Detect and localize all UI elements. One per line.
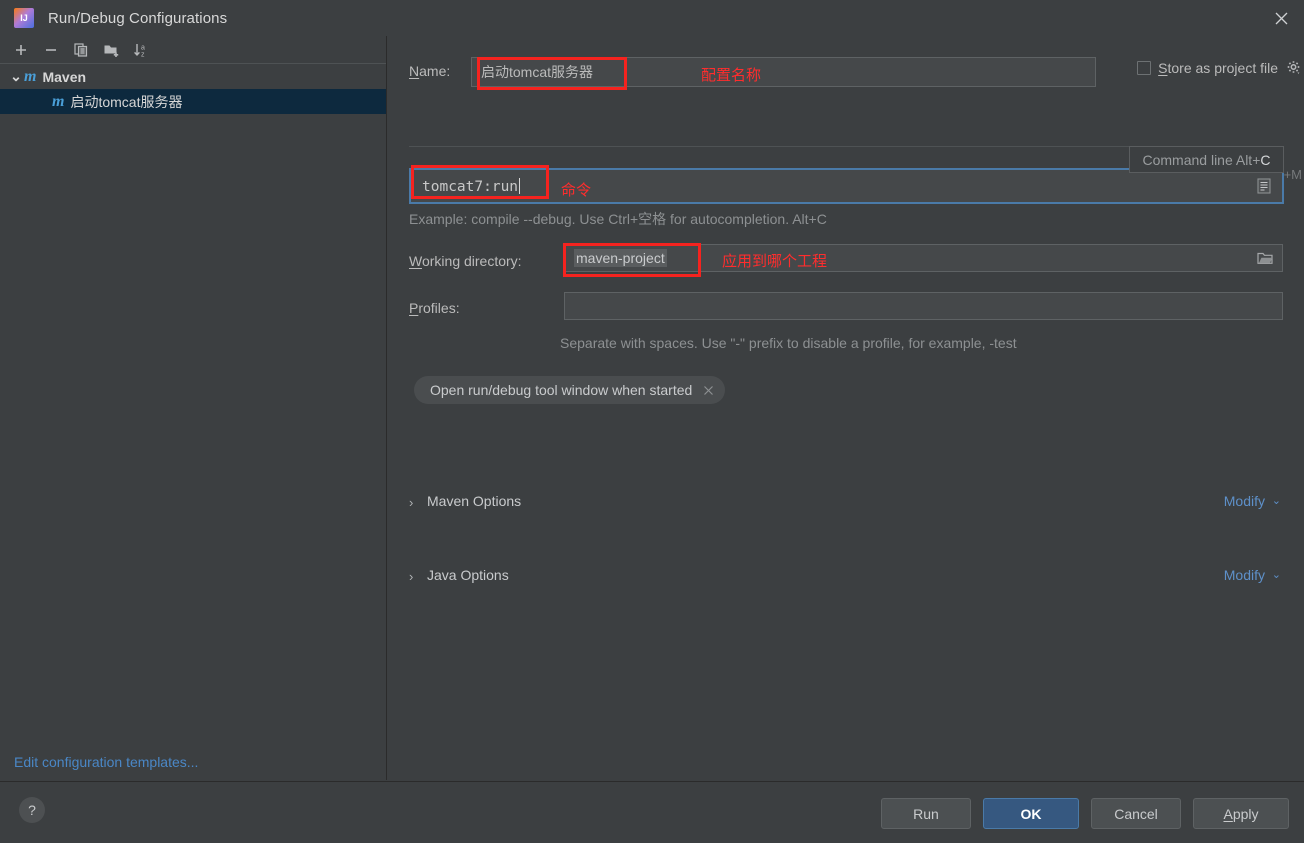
expand-editor-icon[interactable] [1254,176,1274,196]
configurations-sidebar: a z ⌄ m Maven m 启动tomcat服务器 Edit configu… [0,36,387,780]
help-button[interactable]: ? [19,797,45,823]
section-rule [409,577,1283,578]
title-bar: Run/Debug Configurations [0,0,1304,36]
new-folder-icon[interactable] [96,37,126,63]
configurations-tree: ⌄ m Maven m 启动tomcat服务器 [0,64,386,114]
add-icon[interactable] [6,37,36,63]
command-tooltip-key: C [1260,151,1271,168]
store-as-project-file-row[interactable]: Store as project file [1137,60,1302,76]
section-maven-options[interactable]: › Maven Options Modify ⌄ [409,493,1283,513]
profiles-label: Profiles: [409,300,460,316]
command-tooltip-text: Command line Alt+ [1142,151,1261,168]
command-line-tooltip: Command line Alt+ C [1129,146,1284,173]
working-directory-label: Working directory: [409,253,522,269]
sidebar-toolbar: a z [0,36,386,64]
tree-group-label: Maven [42,68,87,85]
profiles-hint: Separate with spaces. Use "-" prefix to … [560,335,1017,351]
option-chip-label: Open run/debug tool window when started [430,382,693,398]
section-rule [409,503,1283,504]
run-button[interactable]: Run [881,798,971,829]
command-line-value: tomcat7:run [422,177,521,195]
store-as-project-file-checkbox[interactable] [1137,61,1152,75]
chevron-right-icon[interactable]: › [409,495,413,510]
svg-text:z: z [141,51,145,58]
configuration-form: Name: 启动tomcat服务器 配置名称 Store as project … [388,36,1304,780]
working-directory-value: maven-project [574,249,667,267]
chevron-down-icon[interactable]: ⌄ [1272,494,1281,507]
command-line-input[interactable]: tomcat7:run 命令 [409,168,1284,204]
ok-button[interactable]: OK [983,798,1079,829]
close-icon[interactable] [1258,0,1304,36]
command-line-hint: Example: compile --debug. Use Ctrl+空格 fo… [409,211,827,227]
folder-browse-icon[interactable] [1254,248,1276,268]
window-title: Run/Debug Configurations [48,9,228,27]
apply-button[interactable]: Apply [1193,798,1289,829]
section-modify-link[interactable]: Modify [1215,493,1265,509]
command-annotation-text: 命令 [561,182,592,199]
chevron-right-icon[interactable]: › [409,569,413,584]
edit-configuration-templates-link[interactable]: Edit configuration templates... [14,754,198,770]
sort-alphabetically-icon[interactable]: a z [126,37,156,63]
profiles-input[interactable] [564,292,1283,320]
remove-icon[interactable] [36,37,66,63]
close-chip-icon[interactable] [702,384,715,397]
name-input[interactable]: 启动tomcat服务器 配置名称 [471,57,1096,87]
option-chip-open-tool-window[interactable]: Open run/debug tool window when started [414,376,726,404]
section-modify-link[interactable]: Modify [1215,567,1265,583]
working-directory-input[interactable]: maven-project [564,244,1283,272]
chevron-down-icon[interactable]: ⌄ [8,68,24,85]
tree-item-label: 启动tomcat服务器 [70,93,183,110]
working-directory-annotation-text: 应用到哪个工程 [722,253,828,270]
gear-icon[interactable] [1286,60,1302,76]
maven-icon: m [24,67,37,85]
maven-icon: m [52,92,65,110]
name-input-value: 启动tomcat服务器 [481,64,594,80]
intellij-idea-logo-icon [14,8,34,28]
tree-item-tomcat-config[interactable]: m 启动tomcat服务器 [0,89,386,114]
section-java-options[interactable]: › Java Options Modify ⌄ [409,567,1283,587]
name-label: Name: [409,63,451,79]
tree-group-maven[interactable]: ⌄ m Maven [0,64,386,89]
section-title: Java Options [427,567,517,583]
store-as-project-file-label[interactable]: Store as project file [1158,60,1278,76]
copy-icon[interactable] [66,37,96,63]
name-annotation-text: 配置名称 [701,67,762,84]
text-caret [519,177,521,194]
section-title: Maven Options [427,493,530,509]
chevron-down-icon[interactable]: ⌄ [1272,568,1281,581]
cancel-button[interactable]: Cancel [1091,798,1181,829]
dialog-footer: ? Run OK Cancel Apply [0,781,1304,843]
